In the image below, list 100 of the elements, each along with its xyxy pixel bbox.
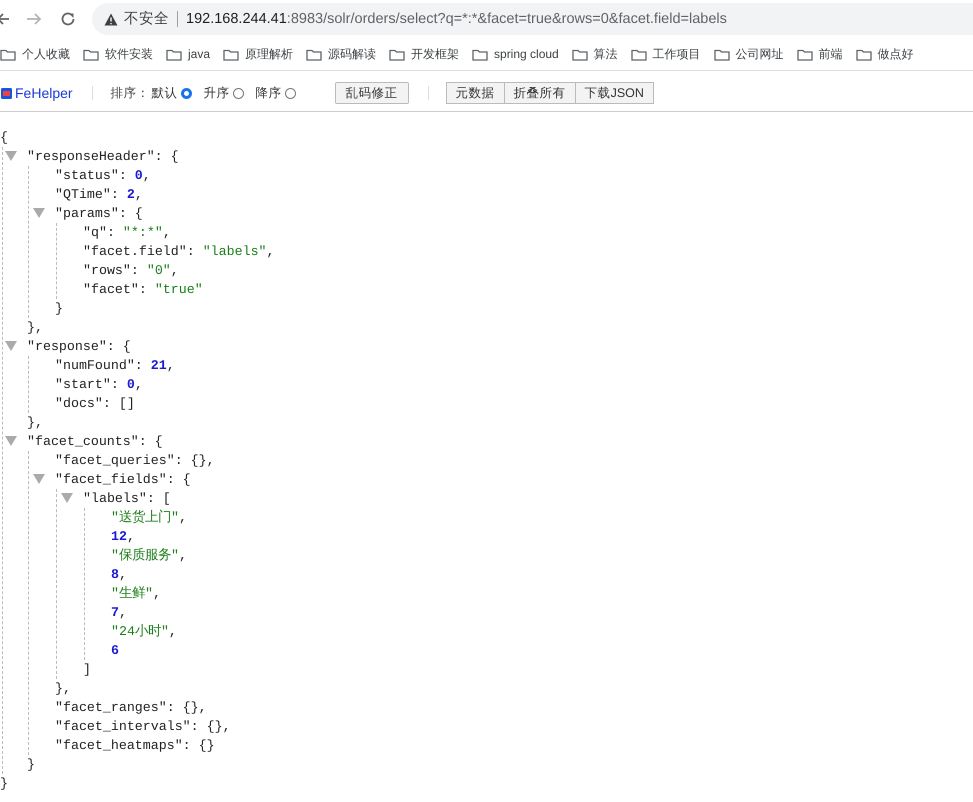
comma: , [118,567,127,582]
radio-button[interactable] [232,88,244,98]
comma: , [170,263,179,278]
json-key: "facet_heatmaps": [55,738,199,753]
comma: , [134,187,143,202]
bracket: { [182,472,191,487]
empty-value: {} [190,453,207,468]
bookmark-link[interactable]: 工作项目 [652,46,701,62]
json-string: "送货上门" [111,510,179,525]
comma: , [206,453,215,468]
json-key: "facet_ranges": [55,700,183,715]
bracket: [ [162,491,171,506]
empty-value: [] [118,396,135,411]
bracket: }, [27,415,43,430]
comma: , [152,586,161,601]
bookmark-link[interactable]: java [188,47,210,61]
warning-icon [104,12,118,26]
logo-icon [1,88,12,98]
address-bar[interactable]: 不安全 192.168.244.41:8983/solr/orders/select?q=*:*&facet=true&rows=0&facet.field=labels [92,3,973,35]
folder-icon [796,48,813,60]
json-key: "params": [55,206,135,221]
json-string: "生鲜" [111,586,153,601]
json-string: "24小时" [111,624,169,639]
bracket: ] [83,662,91,677]
json-number: 21 [150,358,167,373]
folder-icon [572,48,588,60]
security-label: 不安全 [124,11,178,27]
folder-icon [389,48,406,60]
bookmark-link[interactable]: 开发框架 [411,46,460,62]
json-key: "numFound": [55,358,151,373]
radio-button[interactable] [284,88,296,98]
json-key: "facet_intervals": [55,719,207,734]
sort-option-label[interactable]: 默认 [152,84,178,102]
comma: , [222,719,231,734]
reload-icon[interactable] [60,11,76,27]
collapse-triangle-icon[interactable] [33,208,45,218]
folder-icon [83,48,99,60]
toolbar-button[interactable]: 折叠所有 [504,82,576,104]
collapse-triangle-icon[interactable] [5,341,17,351]
empty-value: {} [206,719,223,734]
bracket: { [134,206,143,221]
comma: , [142,168,151,183]
bracket: } [27,757,35,772]
folder-icon [306,48,322,60]
json-key: "status": [55,168,135,183]
json-number: 2 [126,187,135,202]
json-string: "labels" [202,244,267,259]
json-key: "facet.field": [83,244,203,259]
bracket: { [170,149,179,164]
toolbar-button[interactable]: 下载JSON [574,82,654,104]
bookmark-link[interactable]: 源码解读 [328,46,376,62]
back-arrow-icon[interactable] [0,11,10,27]
json-key: "facet_queries": [55,453,191,468]
json-number: 0 [126,377,135,392]
bookmark-link[interactable]: spring cloud [494,47,559,61]
json-number: 8 [111,567,119,582]
bookmark-link[interactable]: 公司网址 [736,46,784,62]
bookmark-link[interactable]: 算法 [594,46,618,62]
bracket: }, [55,681,71,696]
bracket: { [154,434,163,449]
folder-icon [856,48,872,60]
comma: , [266,244,275,259]
json-number: 0 [134,168,143,183]
bookmark-link[interactable]: 个人收藏 [22,46,70,62]
comma: , [198,700,207,715]
forward-arrow-icon[interactable] [26,11,42,27]
comma: , [118,605,127,620]
collapse-triangle-icon[interactable] [61,493,73,503]
bookmark-link[interactable]: 软件安装 [105,46,153,62]
fehelper-logo: FeHelper [15,85,73,101]
toolbar-button[interactable]: 元数据 [446,82,505,104]
bracket: } [55,301,63,316]
comma: , [166,358,175,373]
comma: , [178,510,187,525]
folder-icon [166,48,182,60]
json-string: "保质服务" [111,548,179,563]
fix-encoding-button[interactable]: 乱码修正 [334,82,409,104]
empty-value: {} [182,700,199,715]
bracket: { [0,130,8,145]
bookmark-link[interactable]: 做点好 [878,46,914,62]
sort-option-label[interactable]: 降序 [256,84,282,102]
comma: , [178,548,187,563]
collapse-triangle-icon[interactable] [5,436,17,446]
url-text: 192.168.244.41:8983/solr/orders/select?q=*:*&facet=true&rows=0&facet.field=labels [185,11,727,27]
collapse-triangle-icon[interactable] [5,151,17,161]
comma: , [126,529,135,544]
sort-option-label[interactable]: 升序 [204,84,230,102]
bookmark-link[interactable]: 原理解析 [245,46,294,62]
bracket: } [0,776,8,791]
comma: , [134,377,143,392]
json-string: "*:*" [122,225,163,240]
json-key: "responseHeader": [27,149,171,164]
json-key: "facet_counts": [27,434,155,449]
radio-button[interactable] [180,88,192,98]
comma: , [168,624,177,639]
json-string: "0" [146,263,171,278]
bookmark-link[interactable]: 前端 [818,46,843,62]
json-key: "docs": [55,396,119,411]
json-string: "true" [154,282,203,297]
collapse-triangle-icon[interactable] [33,474,45,484]
